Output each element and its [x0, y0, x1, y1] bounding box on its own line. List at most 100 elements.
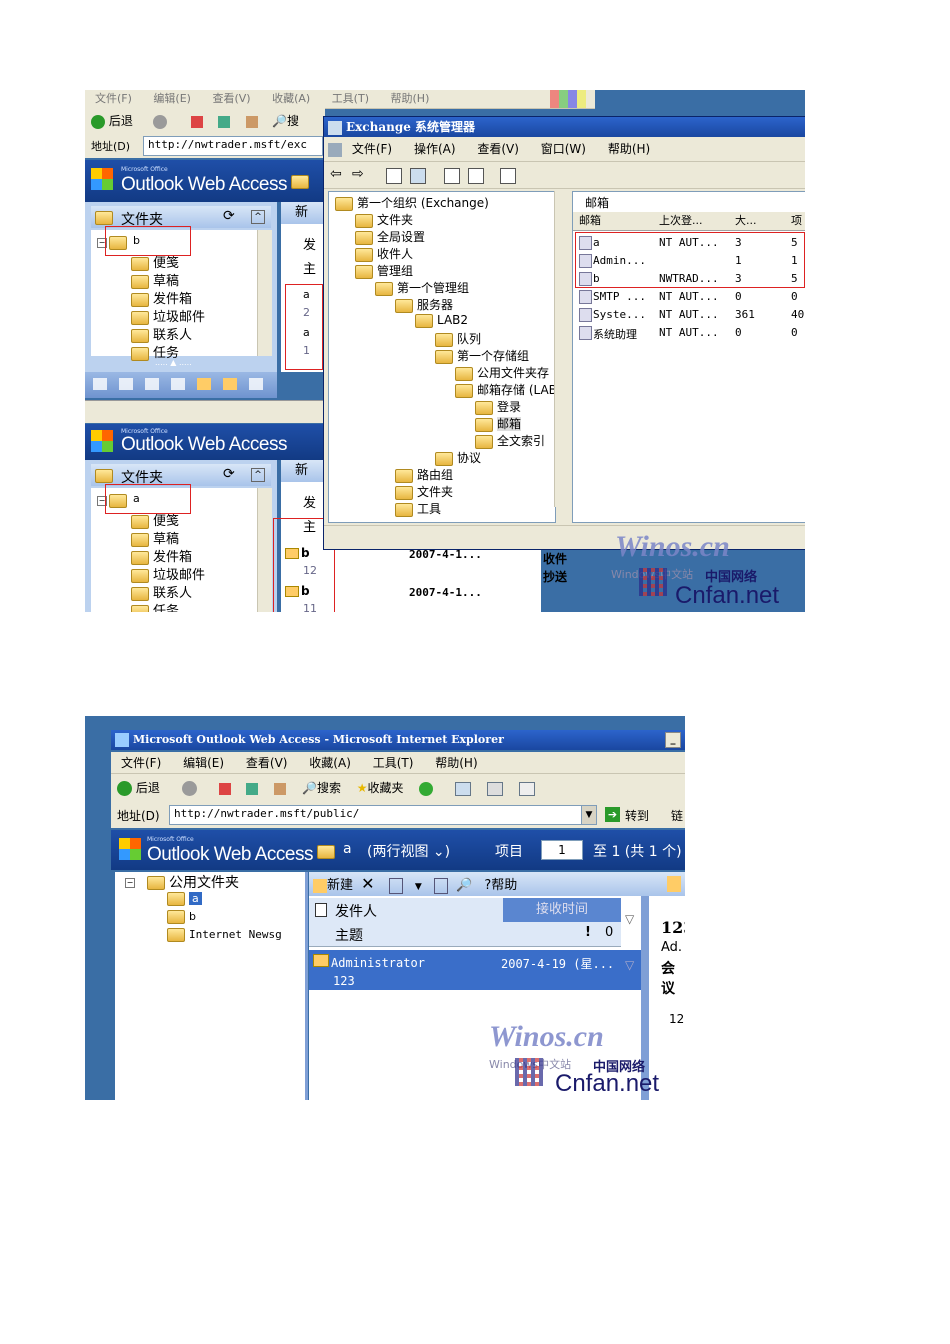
mail-icon[interactable]: [93, 378, 107, 390]
forward-icon[interactable]: [152, 114, 167, 129]
back-button[interactable]: 后退: [109, 114, 133, 128]
folder-tasks[interactable]: 任务: [131, 600, 179, 612]
forward-arrow-icon[interactable]: ⇨: [352, 166, 364, 182]
favorites-icon[interactable]: ★: [357, 781, 368, 795]
dropdown-icon[interactable]: ▼: [415, 882, 422, 892]
options-icon[interactable]: [249, 378, 263, 390]
refresh-icon[interactable]: [218, 115, 231, 128]
menu-view[interactable]: 查看(V): [477, 142, 519, 156]
flag-icon[interactable]: ▽: [625, 958, 634, 972]
col-importance[interactable]: !: [585, 925, 591, 940]
exchange-tree-node[interactable]: 全局设置: [355, 228, 425, 245]
refresh-icon[interactable]: [246, 782, 259, 795]
exchange-tree-node[interactable]: 登录: [475, 398, 521, 415]
search-button[interactable]: 搜: [287, 114, 299, 128]
up-folder-icon[interactable]: [386, 168, 402, 184]
folder-drafts[interactable]: 草稿: [131, 270, 179, 289]
address-input[interactable]: http://nwtrader.msft/exc: [143, 136, 323, 156]
rules-icon[interactable]: [223, 378, 237, 390]
view-icon[interactable]: [388, 877, 403, 894]
menu-favorites[interactable]: 收藏(A): [272, 92, 310, 105]
collapse-icon[interactable]: ^: [251, 468, 265, 482]
refresh-icon[interactable]: [444, 168, 460, 184]
mailbox-cell[interactable]: Syste...: [593, 308, 646, 321]
new-button[interactable]: 新: [295, 463, 308, 478]
menu-file[interactable]: 文件(F): [121, 756, 161, 770]
view-selector[interactable]: (两行视图 ⌄): [367, 841, 450, 861]
move-icon[interactable]: [433, 877, 448, 894]
mail-icon[interactable]: [455, 781, 472, 796]
exchange-tree-node[interactable]: 全文索引: [475, 432, 545, 449]
new-icon[interactable]: [313, 878, 327, 893]
folder-contacts[interactable]: 联系人: [131, 324, 192, 343]
nav-arrow-icon[interactable]: [667, 876, 681, 892]
forward-icon[interactable]: [181, 781, 197, 796]
help-icon[interactable]: [500, 168, 516, 184]
back-icon[interactable]: [91, 114, 105, 129]
mailbox-cell[interactable]: 系统助理: [593, 326, 637, 342]
show-tree-icon[interactable]: [410, 168, 426, 184]
exchange-tree-node[interactable]: 管理组: [355, 262, 413, 279]
back-arrow-icon[interactable]: ⇦: [330, 166, 342, 182]
stop-icon[interactable]: [190, 115, 203, 128]
calendar-icon[interactable]: [119, 378, 133, 390]
col-size[interactable]: 大...: [735, 212, 757, 230]
exchange-tree-node[interactable]: 服务器: [395, 296, 453, 313]
collapse-icon[interactable]: ^: [251, 210, 265, 224]
exchange-tree-node[interactable]: 邮箱: [475, 415, 522, 432]
col-items[interactable]: 项: [791, 212, 802, 230]
col-from[interactable]: 发件人: [335, 901, 377, 921]
folder-drafts[interactable]: 草稿: [131, 528, 179, 547]
exchange-tree-node[interactable]: 第一个管理组: [375, 279, 469, 296]
folder-outbox[interactable]: 发件箱: [131, 546, 192, 565]
exchange-tree-scrollbar[interactable]: [554, 191, 569, 507]
folder-junk[interactable]: 垃圾邮件: [131, 564, 205, 583]
help-button[interactable]: 帮助: [491, 878, 517, 893]
exchange-tree-node[interactable]: 收件人: [355, 245, 413, 262]
menu-action[interactable]: 操作(A): [414, 142, 456, 156]
public-folder-b[interactable]: b: [167, 910, 196, 924]
back-icon[interactable]: [117, 781, 132, 796]
col-subject[interactable]: 主题: [335, 925, 363, 945]
export-icon[interactable]: [468, 168, 484, 184]
public-folders-root[interactable]: 公用文件夹: [147, 872, 239, 892]
favorites-button[interactable]: 收藏夹: [368, 781, 404, 795]
print-icon[interactable]: [487, 781, 504, 796]
minimize-icon[interactable]: _: [665, 732, 681, 748]
tasks-nav-icon[interactable]: [171, 378, 185, 390]
refresh-icon[interactable]: ⟳: [223, 208, 235, 224]
search-icon[interactable]: 🔎: [302, 781, 317, 795]
exchange-tree-node[interactable]: LAB2: [415, 313, 468, 328]
public-folders-icon[interactable]: [197, 378, 211, 390]
go-button[interactable]: 转到: [625, 807, 649, 824]
col-mailbox[interactable]: 邮箱: [579, 212, 601, 230]
public-folder-a[interactable]: a: [167, 892, 202, 906]
menu-view[interactable]: 查看(V): [246, 756, 288, 770]
page-input[interactable]: 1: [541, 840, 583, 860]
find-icon[interactable]: 🔎: [456, 878, 472, 893]
menu-window[interactable]: 窗口(W): [541, 142, 586, 156]
col-received[interactable]: 接收时间: [503, 898, 621, 922]
delete-icon[interactable]: ✕: [361, 874, 374, 893]
mailbox-cell[interactable]: SMTP ...: [593, 290, 646, 303]
exchange-tree-node[interactable]: 文件夹: [395, 483, 453, 500]
expand-icon[interactable]: −: [125, 878, 135, 888]
message-row[interactable]: Administrator 2007-4-19 (星... 123 ▽: [309, 950, 641, 990]
folder-junk[interactable]: 垃圾邮件: [131, 306, 205, 325]
contacts-nav-icon[interactable]: [145, 378, 159, 390]
menu-file[interactable]: 文件(F): [352, 142, 392, 156]
folder-contacts[interactable]: 联系人: [131, 582, 192, 601]
back-button[interactable]: 后退: [136, 781, 160, 795]
links-label[interactable]: 链: [671, 807, 683, 824]
folder-outbox[interactable]: 发件箱: [131, 288, 192, 307]
exchange-tree-node[interactable]: 路由组: [395, 466, 453, 483]
menu-view[interactable]: 查看(V): [212, 92, 250, 105]
menu-edit[interactable]: 编辑(E): [183, 756, 224, 770]
menu-favorites[interactable]: 收藏(A): [309, 756, 351, 770]
exchange-tree-node[interactable]: 第一个存储组: [435, 347, 529, 364]
tree-scrollbar[interactable]: [257, 230, 272, 356]
media-icon[interactable]: [419, 781, 434, 796]
exchange-tree-node[interactable]: 工具: [395, 500, 441, 517]
public-folder-newsgroups[interactable]: Internet Newsg: [167, 928, 282, 942]
col-attachment[interactable]: 0: [605, 925, 613, 940]
